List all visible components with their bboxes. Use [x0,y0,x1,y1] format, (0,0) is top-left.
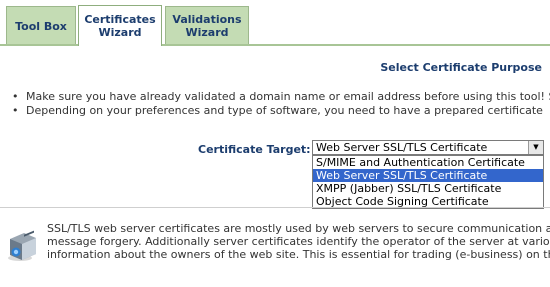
chevron-down-icon[interactable]: ▼ [528,141,543,154]
instruction-item: Depending on your preferences and type o… [6,104,550,118]
instruction-list: Make sure you have already validated a d… [6,90,550,118]
certificate-target-select[interactable]: Web Server SSL/TLS Certificate ▼ [312,140,544,155]
tab-certificates-wizard[interactable]: Certificates Wizard [78,5,162,46]
tab-validations-label-line1: Validations [172,13,242,26]
select-current-value: Web Server SSL/TLS Certificate [316,141,488,154]
certificate-target-options: S/MIME and Authentication Certificate We… [312,155,544,209]
section-title: Select Certificate Purpose [380,61,542,74]
tab-bar: Tool Box Certificates Wizard Validations… [0,0,550,46]
option-smime[interactable]: S/MIME and Authentication Certificate [313,156,543,169]
option-web-server[interactable]: Web Server SSL/TLS Certificate [313,169,543,182]
section-divider [0,207,550,208]
server-icon [8,230,36,261]
description-line: message forgery. Additionally server cer… [47,235,550,248]
tab-toolbox[interactable]: Tool Box [6,6,76,45]
description-line: information about the owners of the web … [47,248,550,261]
tab-validations-label-line2: Wizard [185,26,229,39]
certificate-target-label: Certificate Target: [198,143,311,156]
description-text: SSL/TLS web server certificates are most… [47,222,550,261]
tab-validations-wizard[interactable]: Validations Wizard [165,6,249,45]
instruction-item: Make sure you have already validated a d… [6,90,550,104]
option-xmpp[interactable]: XMPP (Jabber) SSL/TLS Certificate [313,182,543,195]
description-line: SSL/TLS web server certificates are most… [47,222,550,235]
tab-certificates-label-line1: Certificates [84,13,156,26]
tab-certificates-label-line2: Wizard [98,26,142,39]
tab-toolbox-label: Tool Box [15,19,67,33]
